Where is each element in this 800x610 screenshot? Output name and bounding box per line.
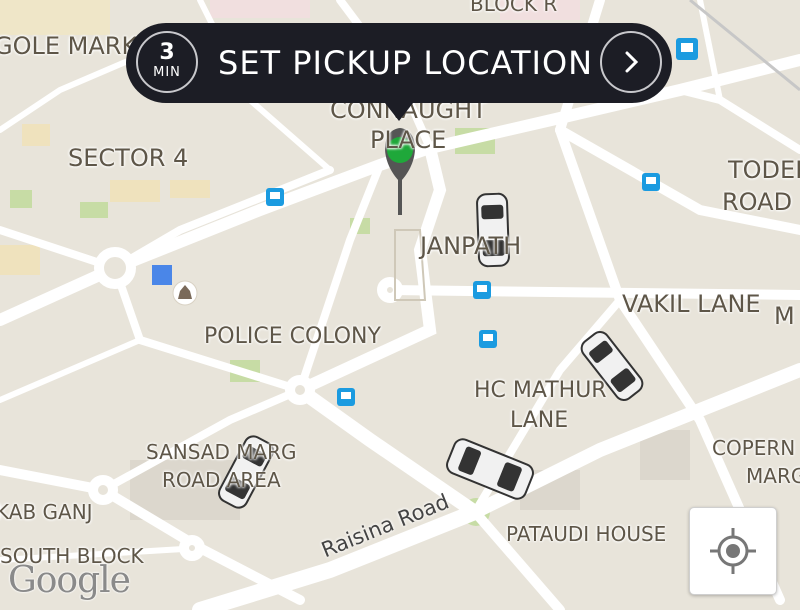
map-label-sector-4: SECTOR 4 [68,144,189,172]
set-pickup-location-label: SET PICKUP LOCATION [218,44,594,82]
my-location-button[interactable] [689,507,777,595]
chevron-right-icon [625,51,639,73]
map-label-sansad-road-area: ROAD AREA [162,468,281,492]
eta-badge: 3 MIN [136,31,198,93]
eta-unit: MIN [153,65,181,80]
map-label-vakil-lane: VAKIL LANE [622,290,761,318]
bus-stop-icon[interactable] [642,173,660,191]
map-label-copernicus-marg: MARG [746,464,800,488]
temple-icon[interactable] [172,280,198,306]
map-label-sansad-marg: SANSAD MARG [146,440,297,464]
map-label-police-colony: POLICE COLONY [204,324,381,349]
landmark-square [152,265,172,285]
bus-stop-icon[interactable] [479,330,497,348]
bus-stop-icon[interactable] [337,388,355,406]
metro-icon[interactable] [676,38,698,60]
google-logo: Google [8,560,131,601]
confirm-pickup-button[interactable] [600,31,662,93]
eta-value: 3 [159,40,175,65]
map-label-block-r: BLOCK R [470,0,558,16]
map-label-copernicus: COPERN [712,436,796,460]
bus-stop-icon[interactable] [266,188,284,206]
map-label-vakil-m: M [774,302,795,330]
map-label-janpath: JANPATH [420,232,522,260]
map-label-pataudi-house: PATAUDI HOUSE [506,522,667,546]
map-label-kab-ganj: KAB GANJ [0,500,93,524]
my-location-icon [710,528,756,574]
map-label-toder-road: ROAD [722,188,793,216]
map-label-connaught-place-line2: PLACE [370,126,447,154]
map-label-hc-mathur: HC MATHUR [474,378,607,403]
set-pickup-banner[interactable]: 3 MIN SET PICKUP LOCATION [126,23,672,121]
map-label-toder: TODER [728,156,800,184]
map-label-hc-mathur-lane: LANE [510,408,569,433]
bus-stop-icon[interactable] [473,281,491,299]
